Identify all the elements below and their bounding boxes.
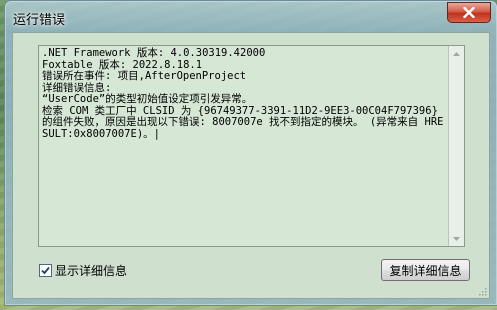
dialog-client-area: .NET Framework 版本: 4.0.30319.42000 Foxta… — [12, 32, 490, 299]
dialog-title: 运行错误 — [13, 13, 66, 28]
title-bar[interactable]: 运行错误 — [5, 1, 497, 33]
resize-grip-icon[interactable] — [477, 286, 487, 296]
error-line: 检索 COM 类工厂中 CLSID 为 {96749377-3391-11D2-… — [42, 104, 445, 140]
error-line: “UserCode”的类型初始值设定项引发异常。 — [42, 93, 253, 105]
scroll-down-icon — [453, 236, 460, 241]
error-line: 错误所在事件: 项目,AfterOpenProject — [42, 70, 247, 82]
show-details-checkbox[interactable] — [39, 264, 52, 277]
copy-details-button[interactable]: 复制详细信息 — [381, 259, 470, 281]
show-details-label: 显示详细信息 — [55, 264, 128, 278]
scroll-up-icon — [453, 51, 460, 56]
scroll-up-button[interactable] — [449, 46, 464, 61]
close-icon — [463, 7, 475, 18]
error-dialog: 运行错误 .NET Framework 版本: 4.0.30319.42000 … — [4, 0, 497, 306]
error-details-textbox[interactable]: .NET Framework 版本: 4.0.30319.42000 Foxta… — [38, 45, 465, 247]
error-line: .NET Framework 版本: 4.0.30319.42000 — [42, 47, 266, 59]
scroll-down-button[interactable] — [449, 231, 464, 246]
close-button[interactable] — [447, 2, 491, 23]
show-details-option[interactable]: 显示详细信息 — [39, 262, 127, 279]
vertical-scrollbar[interactable] — [448, 46, 464, 246]
checkmark-icon — [41, 266, 50, 275]
